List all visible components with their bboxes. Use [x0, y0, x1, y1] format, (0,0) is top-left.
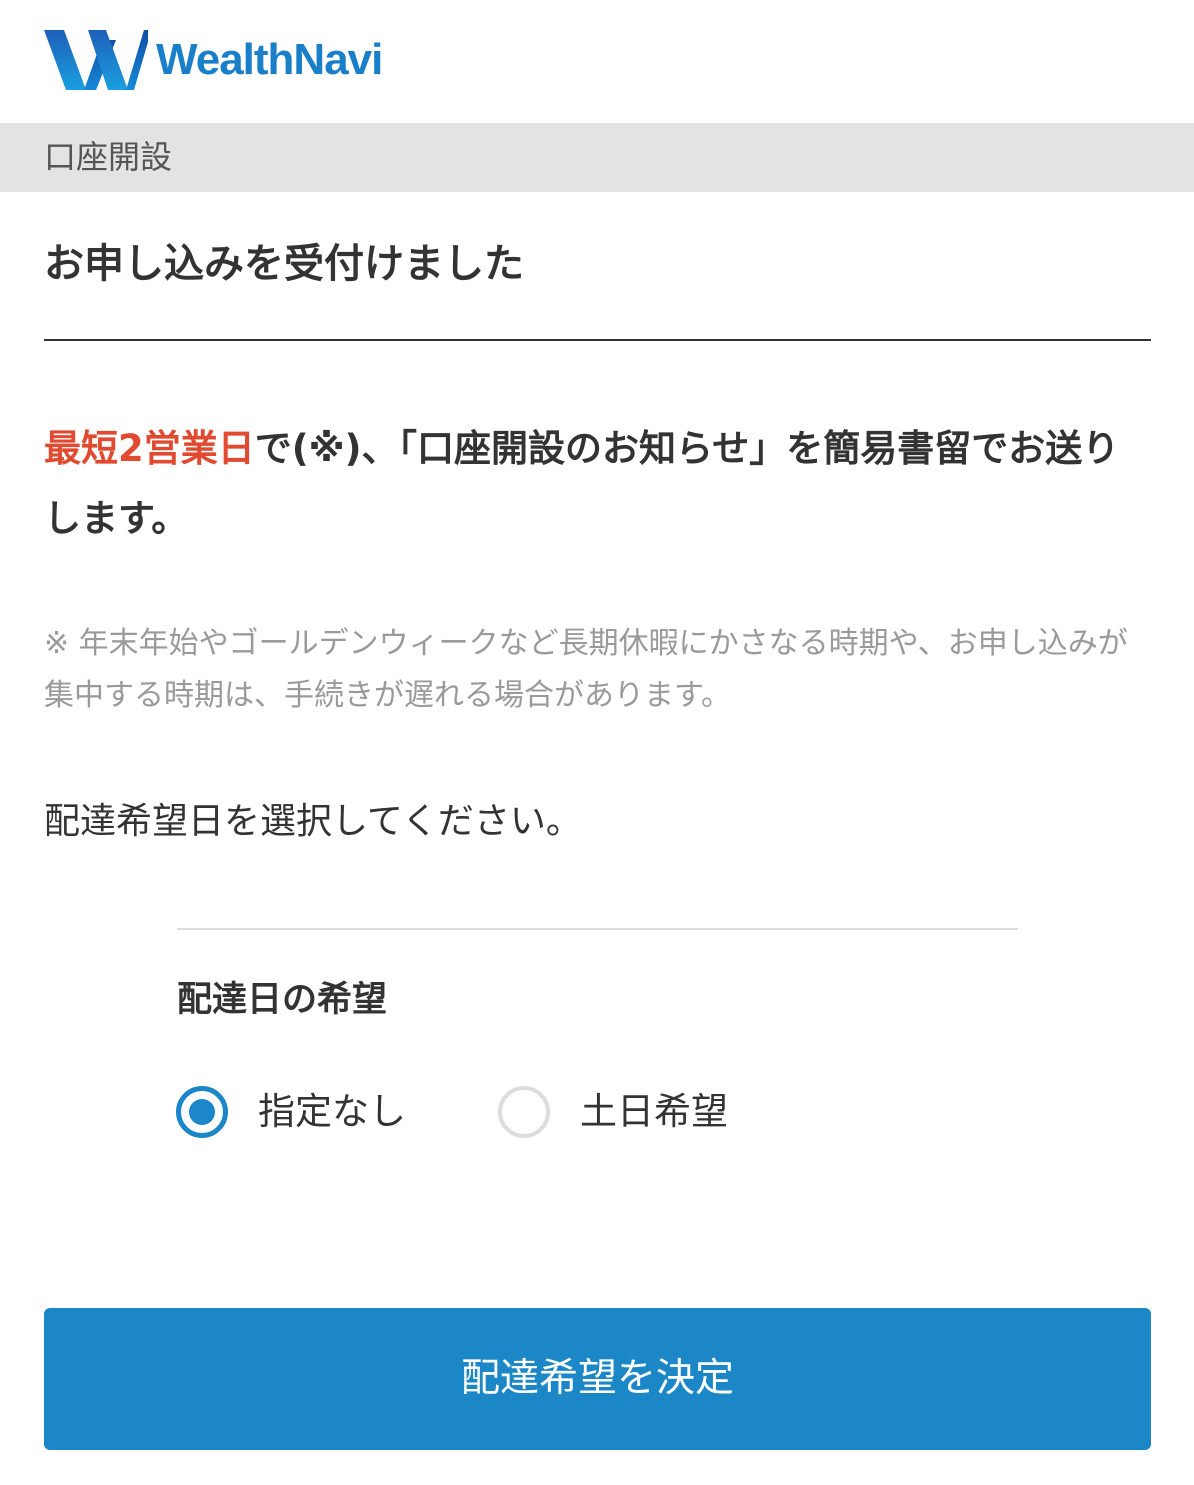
- app-header: WealthNavi: [0, 0, 1194, 123]
- radio-unchecked-icon[interactable]: [498, 1086, 550, 1138]
- delivery-instruction: 配達希望日を選択してください。: [44, 801, 582, 842]
- section-divider: [177, 928, 1018, 930]
- breadcrumb: 口座開設: [0, 123, 1194, 192]
- radio-label-no-preference: 指定なし: [258, 1090, 406, 1133]
- breadcrumb-label: 口座開設: [44, 138, 173, 176]
- wealthnavi-w-logo-icon: [44, 30, 148, 90]
- delivery-preference-label: 配達日の希望: [177, 980, 388, 1020]
- radio-checked-icon[interactable]: [176, 1086, 228, 1138]
- lead-message: 最短2営業日で(※)、「口座開設のお知らせ」を簡易書留でお送りします。: [44, 414, 1154, 554]
- page-title: お申し込みを受付けました: [44, 241, 524, 287]
- wealthnavi-logo[interactable]: WealthNavi: [44, 28, 383, 92]
- title-divider: [44, 339, 1151, 341]
- radio-label-weekend: 土日希望: [580, 1090, 728, 1133]
- radio-option-weekend[interactable]: 土日希望: [498, 1084, 728, 1140]
- radio-option-no-preference[interactable]: 指定なし: [176, 1084, 406, 1140]
- lead-accent-text: 最短2営業日: [44, 427, 255, 470]
- logo-text: WealthNavi: [156, 35, 383, 84]
- confirm-delivery-button[interactable]: 配達希望を決定: [44, 1308, 1151, 1450]
- delay-note: ※ 年末年始やゴールデンウィークなど長期休暇にかさなる時期や、お申し込みが集中す…: [44, 626, 1128, 713]
